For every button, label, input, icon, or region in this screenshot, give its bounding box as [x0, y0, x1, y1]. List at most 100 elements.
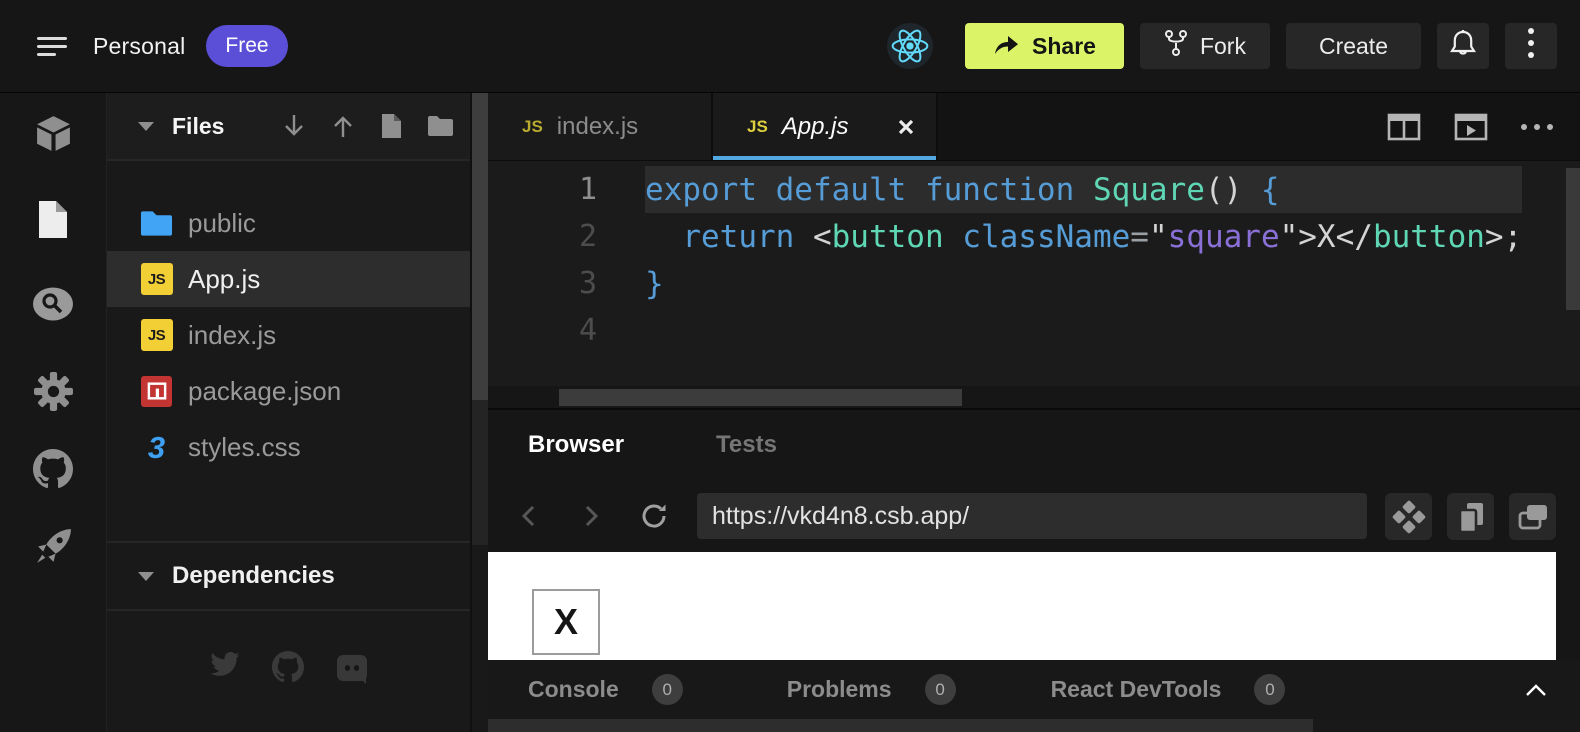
dependencies-section-header[interactable]: Dependencies: [107, 541, 470, 611]
preview-panel-icon[interactable]: [1453, 111, 1489, 143]
react-logo-icon[interactable]: [887, 23, 933, 69]
menu-icon[interactable]: [37, 37, 67, 56]
top-header: Personal Free Share: [0, 0, 1580, 93]
open-in-new-window-button[interactable]: [1509, 493, 1556, 540]
share-icon: [993, 31, 1020, 62]
deploy-rocket-icon[interactable]: [33, 526, 74, 567]
file-item-package.json[interactable]: package.json: [107, 363, 470, 419]
code-line-2[interactable]: 2 return <button className="square">X</b…: [488, 213, 1580, 260]
file-item-index.js[interactable]: JS index.js: [107, 307, 470, 363]
browser-tab-browser[interactable]: Browser: [528, 431, 624, 459]
console-bar: Console 0Problems 0React DevTools 0: [488, 660, 1580, 719]
console-tab-console[interactable]: Console 0: [528, 674, 683, 705]
url-text: https://vkd4n8.csb.app/: [712, 502, 969, 531]
files-panel: Files publicJS App.jsJS index.js package…: [107, 93, 472, 732]
js-icon: JS: [522, 117, 543, 137]
share-label: Share: [1032, 33, 1096, 60]
chevron-up-icon[interactable]: [1524, 683, 1548, 697]
browser-panel-header: Browser Tests: [488, 410, 1580, 480]
create-button[interactable]: Create: [1286, 23, 1421, 69]
scrollbar-thumb[interactable]: [472, 93, 488, 400]
refresh-icon[interactable]: [638, 500, 670, 532]
console-scrollbar[interactable]: [488, 719, 1580, 732]
social-links: [107, 651, 470, 690]
line-number: 1: [488, 172, 597, 207]
more-options-button[interactable]: [1505, 23, 1557, 69]
header-actions: Share Fork Create: [887, 23, 1557, 69]
editor-horizontal-scrollbar[interactable]: [488, 386, 1580, 410]
forward-icon[interactable]: [578, 501, 604, 531]
share-button[interactable]: Share: [965, 23, 1124, 69]
files-title: Files: [172, 113, 224, 140]
browser-preview: X: [488, 552, 1580, 660]
editor-tab-bar: JS index.jsJS App.js: [488, 93, 1580, 161]
files-section-header[interactable]: Files: [107, 93, 470, 161]
console-tab-problems[interactable]: Problems 0: [787, 674, 956, 705]
workspace-name[interactable]: Personal: [93, 33, 185, 60]
count-badge: 0: [925, 674, 956, 705]
new-folder-icon[interactable]: [427, 115, 454, 137]
file-item-public[interactable]: public: [107, 195, 470, 251]
js-icon: JS: [141, 263, 173, 295]
duplicate-preview-button[interactable]: [1447, 493, 1494, 540]
url-bar[interactable]: https://vkd4n8.csb.app/: [697, 493, 1367, 539]
fork-icon: [1164, 29, 1188, 63]
code-editor[interactable]: 1 export default function Square() {2 re…: [488, 161, 1580, 386]
file-item-App.js[interactable]: JS App.js: [107, 251, 470, 307]
twitter-icon[interactable]: [209, 651, 241, 690]
scrollbar-thumb[interactable]: [559, 389, 962, 406]
projects-icon[interactable]: [33, 113, 74, 154]
editor-tab-App.js[interactable]: JS App.js: [713, 93, 938, 160]
github-icon[interactable]: [33, 449, 74, 490]
code-line-4[interactable]: 4: [488, 307, 1580, 354]
console-tab-react-devtools[interactable]: React DevTools 0: [1051, 674, 1286, 705]
discord-icon[interactable]: [335, 651, 369, 690]
plan-badge[interactable]: Free: [206, 25, 287, 67]
fork-button[interactable]: Fork: [1140, 23, 1270, 69]
explorer-icon[interactable]: [33, 199, 74, 240]
files-panel-scrollbar[interactable]: [472, 93, 488, 732]
count-badge: 0: [652, 674, 683, 705]
console-tab-label: Console: [528, 676, 619, 703]
line-number: 2: [488, 219, 597, 254]
github-link-icon[interactable]: [272, 651, 304, 690]
back-icon[interactable]: [516, 501, 542, 531]
download-icon[interactable]: [282, 113, 306, 139]
chevron-down-icon: [138, 572, 154, 581]
editor-tab-index.js[interactable]: JS index.js: [488, 93, 713, 160]
file-list: publicJS App.jsJS index.js package.json3…: [107, 161, 470, 475]
file-item-styles.css[interactable]: 3 styles.css: [107, 419, 470, 475]
line-text: export default function Square() {: [597, 172, 1280, 208]
code-line-3[interactable]: 3 }: [488, 260, 1580, 307]
main-area: JS index.jsJS App.js 1 export default fu…: [488, 93, 1580, 732]
scrollbar-thumb[interactable]: [488, 719, 1313, 732]
npm-icon: [141, 376, 172, 407]
file-name: index.js: [188, 320, 276, 351]
chevron-down-icon: [138, 122, 154, 131]
upload-icon[interactable]: [331, 113, 355, 139]
file-name: styles.css: [188, 432, 301, 463]
line-number: 4: [488, 313, 597, 348]
js-icon: JS: [141, 319, 173, 351]
close-icon[interactable]: [896, 117, 916, 137]
console-tab-label: React DevTools: [1051, 676, 1222, 703]
search-icon[interactable]: [33, 285, 74, 326]
square-button[interactable]: X: [532, 589, 600, 655]
count-badge: 0: [1254, 674, 1285, 705]
file-name: package.json: [188, 376, 341, 407]
split-view-icon[interactable]: [1386, 111, 1422, 143]
editor-more-icon[interactable]: [1520, 123, 1554, 131]
tab-label: App.js: [782, 113, 849, 141]
browser-tab-tests[interactable]: Tests: [716, 431, 777, 459]
responsive-mode-button[interactable]: [1385, 493, 1432, 540]
new-file-icon[interactable]: [380, 113, 402, 139]
code-line-1[interactable]: 1 export default function Square() {: [488, 166, 1580, 213]
editor-vertical-scrollbar[interactable]: [1566, 168, 1580, 310]
line-number: 3: [488, 266, 597, 301]
console-tab-label: Problems: [787, 676, 892, 703]
js-icon: JS: [747, 117, 768, 137]
dependencies-title: Dependencies: [172, 562, 335, 590]
settings-icon[interactable]: [33, 371, 74, 412]
line-text: }: [597, 266, 664, 302]
notifications-button[interactable]: [1437, 23, 1489, 69]
